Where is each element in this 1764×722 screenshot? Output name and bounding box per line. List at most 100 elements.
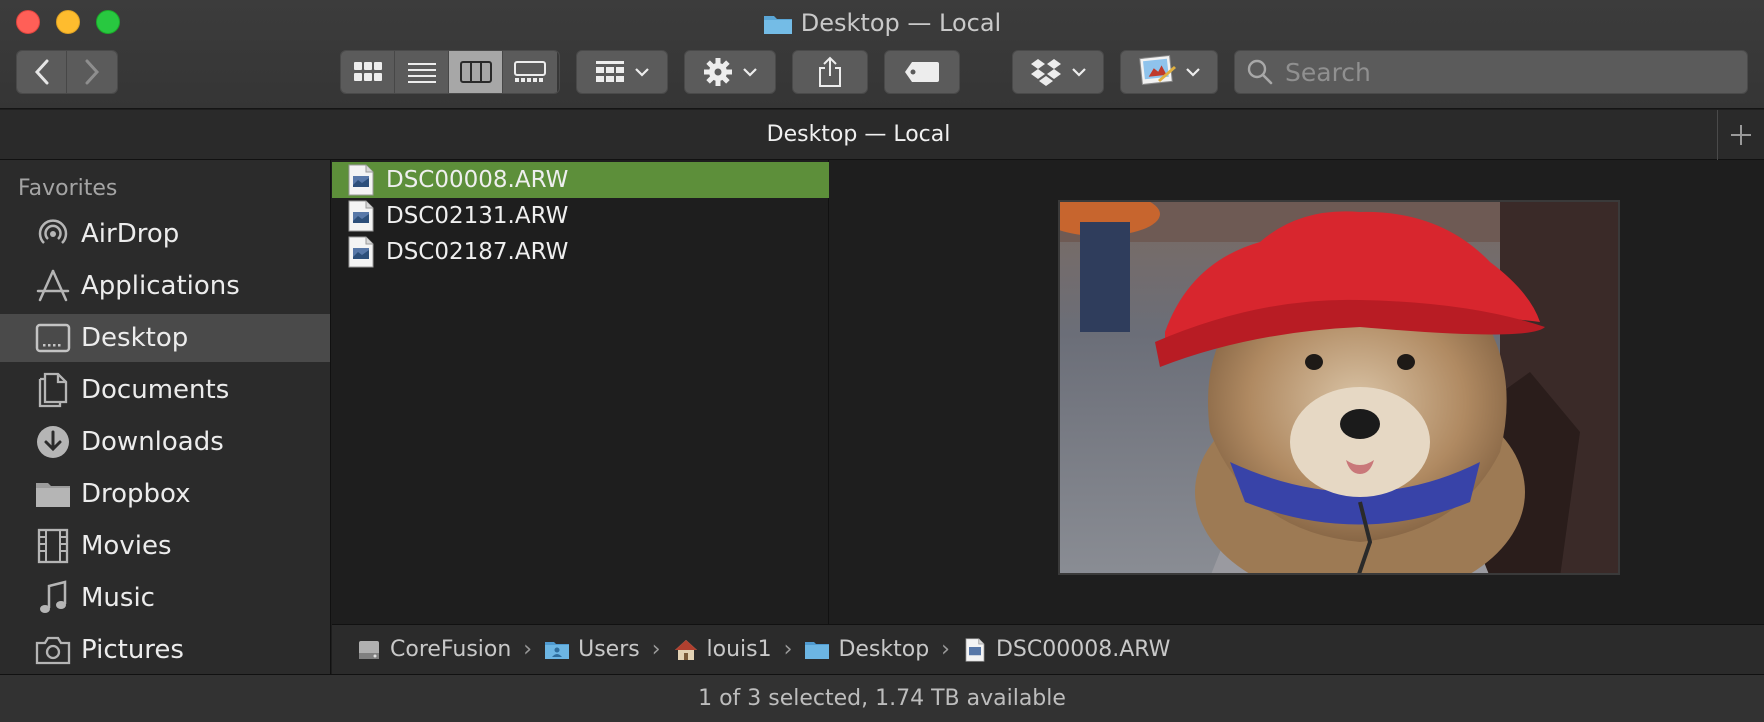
new-tab-button[interactable] [1717,110,1764,160]
sidebar-item-label: Desktop [81,323,189,353]
gallery-icon [514,61,546,82]
sidebar-item-label: Dropbox [81,479,191,509]
photo-preview[interactable] [1058,200,1620,575]
sidebar-item-label: Documents [81,375,230,405]
path-item-louis1[interactable]: louis1 [673,637,772,663]
chevron-right-icon [85,59,100,85]
sidebar: Favorites AirDrop Applications Desktop D… [0,160,331,674]
share-icon [819,56,841,87]
sidebar-item-airdrop[interactable]: AirDrop [0,210,330,258]
path-item-label: DSC00008.ARW [995,637,1171,662]
sidebar-item-desktop[interactable]: Desktop [0,314,330,362]
chevron-down-icon [743,68,757,77]
hard-drive-icon [356,637,382,663]
folder-icon [804,637,830,663]
tag-icon [905,62,939,82]
toolbar: Desktop — Local [0,0,1764,109]
plus-icon [1731,125,1751,145]
tab-desktop[interactable]: Desktop — Local [0,110,1717,160]
sidebar-item-label: AirDrop [81,219,180,249]
list-icon [407,63,436,83]
sidebar-item-applications[interactable]: Applications [0,262,330,310]
action-menu-button[interactable] [684,50,776,94]
sidebar-item-movies[interactable]: Movies [0,522,330,570]
raw-file-icon [348,236,374,268]
sidebar-item-label: Pictures [81,635,184,665]
path-separator: › [941,637,950,662]
tags-button[interactable] [884,50,960,94]
path-item-label: Desktop [838,637,930,662]
sidebar-item-label: Movies [81,531,172,561]
search-field[interactable] [1234,50,1748,94]
list-view-button[interactable] [395,51,449,93]
sidebar-item-downloads[interactable]: Downloads [0,418,330,466]
raw-file-icon [348,164,374,196]
dog-photo-image [1060,202,1618,573]
music-icon [33,578,73,618]
gallery-view-button[interactable] [503,51,557,93]
file-name: DSC02131.ARW [386,203,569,229]
file-row-dsc02131[interactable]: DSC02131.ARW [332,198,829,234]
path-item-desktop[interactable]: Desktop [804,637,929,663]
path-item-corefusion[interactable]: CoreFusion [356,637,511,663]
back-button[interactable] [17,51,68,93]
path-separator: › [651,637,661,662]
airdrop-icon [33,214,73,254]
dropbox-icon [1031,59,1061,86]
folder-icon [33,474,73,514]
path-separator: › [783,637,793,662]
share-button[interactable] [792,50,868,94]
folder-icon [763,10,793,44]
forward-button[interactable] [67,51,117,93]
status-bar: 1 of 3 selected, 1.74 TB available [0,674,1764,722]
open-with-preview-button[interactable] [1120,50,1218,94]
grid-icon [353,62,382,81]
chevron-left-icon [34,59,48,85]
path-item-label: CoreFusion [390,637,512,662]
chevron-down-icon [1186,68,1200,77]
sidebar-item-label: Applications [81,271,240,301]
group-by-button[interactable] [576,50,668,94]
path-item-label: louis1 [706,637,772,662]
chevron-down-icon [1072,68,1086,77]
downloads-icon [33,422,73,462]
group-grid-icon [596,61,624,82]
raw-file-icon [348,200,374,232]
tab-bar: Desktop — Local [0,110,1764,160]
view-mode-selector [340,50,560,94]
sidebar-item-music[interactable]: Music [0,574,330,622]
search-icon [1247,59,1273,85]
path-separator: › [523,637,533,662]
path-item-dsc00008[interactable]: DSC00008.ARW [962,637,1170,663]
sidebar-item-label: Music [81,583,155,613]
users-folder-icon [544,637,570,663]
documents-icon [33,370,73,410]
column-view-button[interactable] [449,51,503,93]
columns-icon [459,61,492,83]
preview-app-icon [1139,54,1176,86]
raw-file-icon [962,637,988,663]
pictures-icon [33,630,73,670]
window-title-text: Desktop — Local [800,9,1002,37]
window-title: Desktop — Local [0,6,1764,44]
file-column: DSC00008.ARW DSC02131.ARW DSC02187.ARW [332,160,829,624]
sidebar-item-label: Downloads [81,427,224,457]
path-item-label: Users [578,637,640,662]
file-row-dsc00008[interactable]: DSC00008.ARW [332,162,829,198]
dropbox-button[interactable] [1012,50,1104,94]
sidebar-item-dropbox[interactable]: Dropbox [0,470,330,518]
desktop-icon [33,318,73,358]
path-bar: CoreFusion › Users › louis1 › Desktop › … [332,624,1764,674]
file-row-dsc02187[interactable]: DSC02187.ARW [332,234,829,270]
chevron-down-icon [635,68,649,77]
file-name: DSC00008.ARW [386,167,569,193]
path-item-users[interactable]: Users [544,637,640,663]
sidebar-item-pictures[interactable]: Pictures [0,626,330,674]
file-name: DSC02187.ARW [386,239,569,265]
gear-icon [704,58,732,86]
preview-pane [830,160,1764,624]
sidebar-item-documents[interactable]: Documents [0,366,330,414]
icon-view-button[interactable] [341,51,395,93]
search-input[interactable] [1285,57,1725,87]
history-navigation [16,50,118,94]
